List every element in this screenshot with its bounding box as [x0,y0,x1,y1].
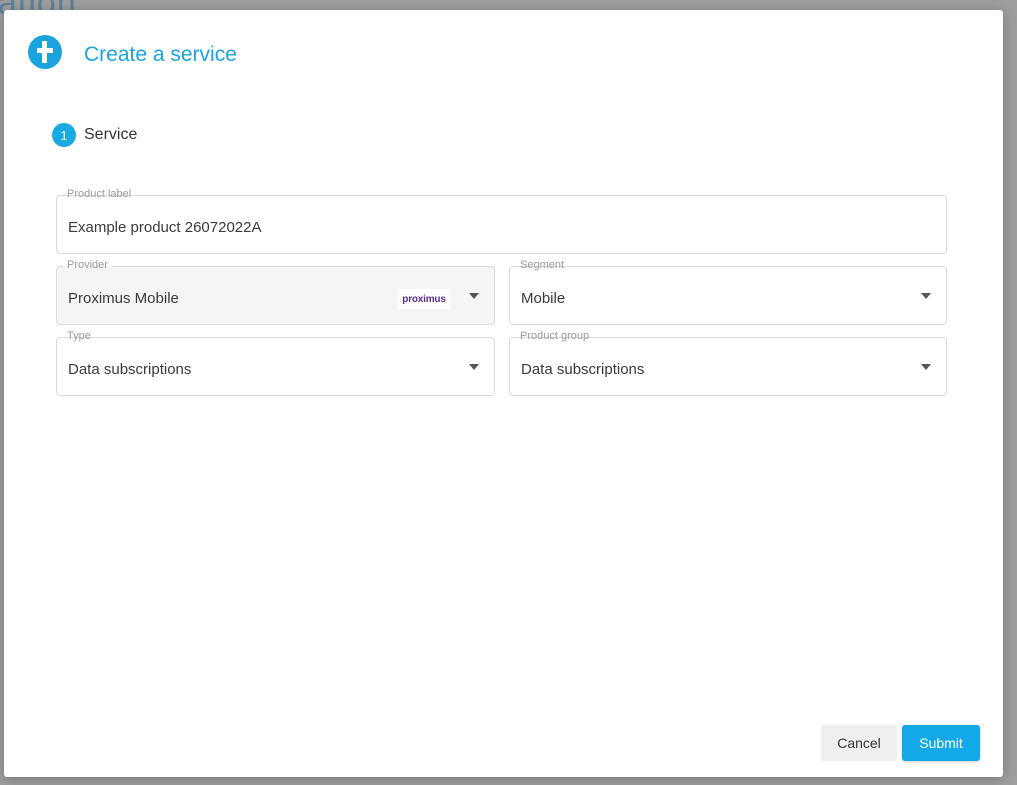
type-select[interactable]: Type Data subscriptions [56,330,495,396]
segment-field-label: Segment [516,259,569,271]
segment-selected-value: Mobile [521,290,566,307]
type-selected-value: Data subscriptions [68,361,192,378]
provider-select[interactable]: Provider Proximus Mobile proximus [56,259,495,325]
provider-field-label: Provider [63,259,112,271]
dialog-title: Create a service [84,43,237,66]
caret-down-icon[interactable] [921,293,931,299]
caret-down-icon[interactable] [469,364,479,370]
proximus-logo: proximus [398,289,450,309]
provider-selected-value: Proximus Mobile [68,290,179,307]
submit-button[interactable]: Submit [902,725,980,761]
cancel-button[interactable]: Cancel [821,725,897,761]
product-group-select[interactable]: Product group Data subscriptions [509,330,947,396]
stepper-step-1: 1 Service [52,123,137,147]
product-group-selected-value: Data subscriptions [521,361,645,378]
caret-down-icon[interactable] [469,293,479,299]
create-service-dialog: Create a service 1 Service Product label… [4,10,1003,777]
caret-down-icon[interactable] [921,364,931,370]
product-label-input-value[interactable]: Example product 26072022A [68,219,261,236]
segment-select[interactable]: Segment Mobile [509,259,947,325]
step-label: Service [84,126,138,143]
type-field-label: Type [63,330,95,342]
step-number-badge: 1 [52,123,76,147]
product-group-field-label: Product group [516,330,594,342]
brand-logo-icon [28,35,62,69]
product-label-field[interactable]: Product label Example product 26072022A [56,188,947,254]
product-label-field-label: Product label [63,188,136,200]
